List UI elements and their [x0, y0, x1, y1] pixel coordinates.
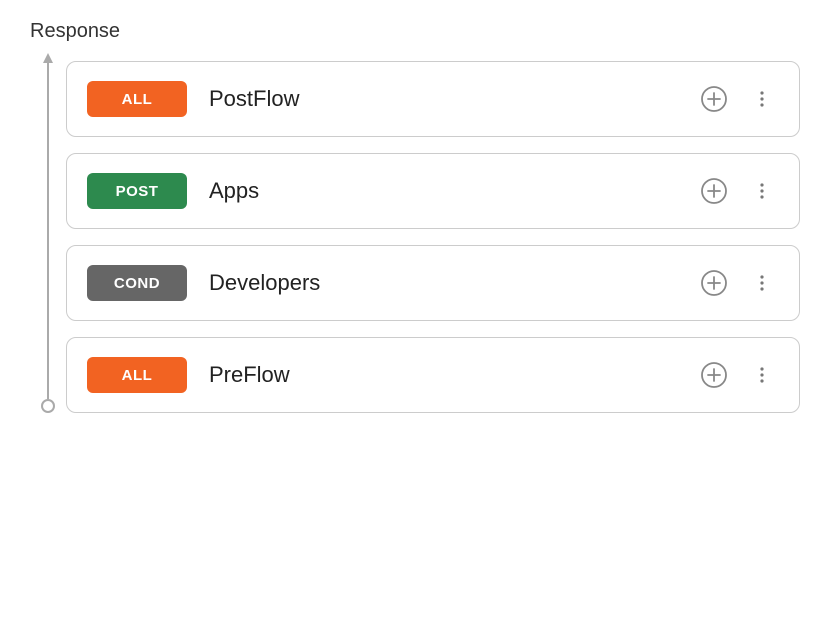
flow-card-right — [697, 82, 779, 116]
flow-name: PreFlow — [209, 362, 290, 388]
add-flow-button[interactable] — [697, 266, 731, 300]
badge-all: ALL — [87, 81, 187, 117]
flow-card-left: ALL PostFlow — [87, 81, 299, 117]
timeline-circle — [41, 399, 55, 413]
flow-card-right — [697, 174, 779, 208]
more-options-button[interactable] — [745, 358, 779, 392]
flow-name: Apps — [209, 178, 259, 204]
flow-card-right — [697, 266, 779, 300]
flow-card-left: ALL PreFlow — [87, 357, 290, 393]
page-title: Response — [30, 20, 800, 43]
badge-cond: COND — [87, 265, 187, 301]
flow-card-left: COND Developers — [87, 265, 320, 301]
flow-card-right — [697, 358, 779, 392]
add-flow-button[interactable] — [697, 82, 731, 116]
flow-list: ALL PostFlow POST Apps COND Developers ALL P… — [66, 61, 800, 413]
more-options-button[interactable] — [745, 174, 779, 208]
flow-card: ALL PostFlow — [66, 61, 800, 137]
flow-name: PostFlow — [209, 86, 299, 112]
flow-card-left: POST Apps — [87, 173, 259, 209]
flow-card: COND Developers — [66, 245, 800, 321]
timeline-line — [47, 61, 49, 399]
timeline — [30, 61, 66, 413]
add-flow-button[interactable] — [697, 174, 731, 208]
badge-post: POST — [87, 173, 187, 209]
flow-name: Developers — [209, 270, 320, 296]
flow-card: ALL PreFlow — [66, 337, 800, 413]
badge-all: ALL — [87, 357, 187, 393]
add-flow-button[interactable] — [697, 358, 731, 392]
more-options-button[interactable] — [745, 266, 779, 300]
flow-card: POST Apps — [66, 153, 800, 229]
more-options-button[interactable] — [745, 82, 779, 116]
